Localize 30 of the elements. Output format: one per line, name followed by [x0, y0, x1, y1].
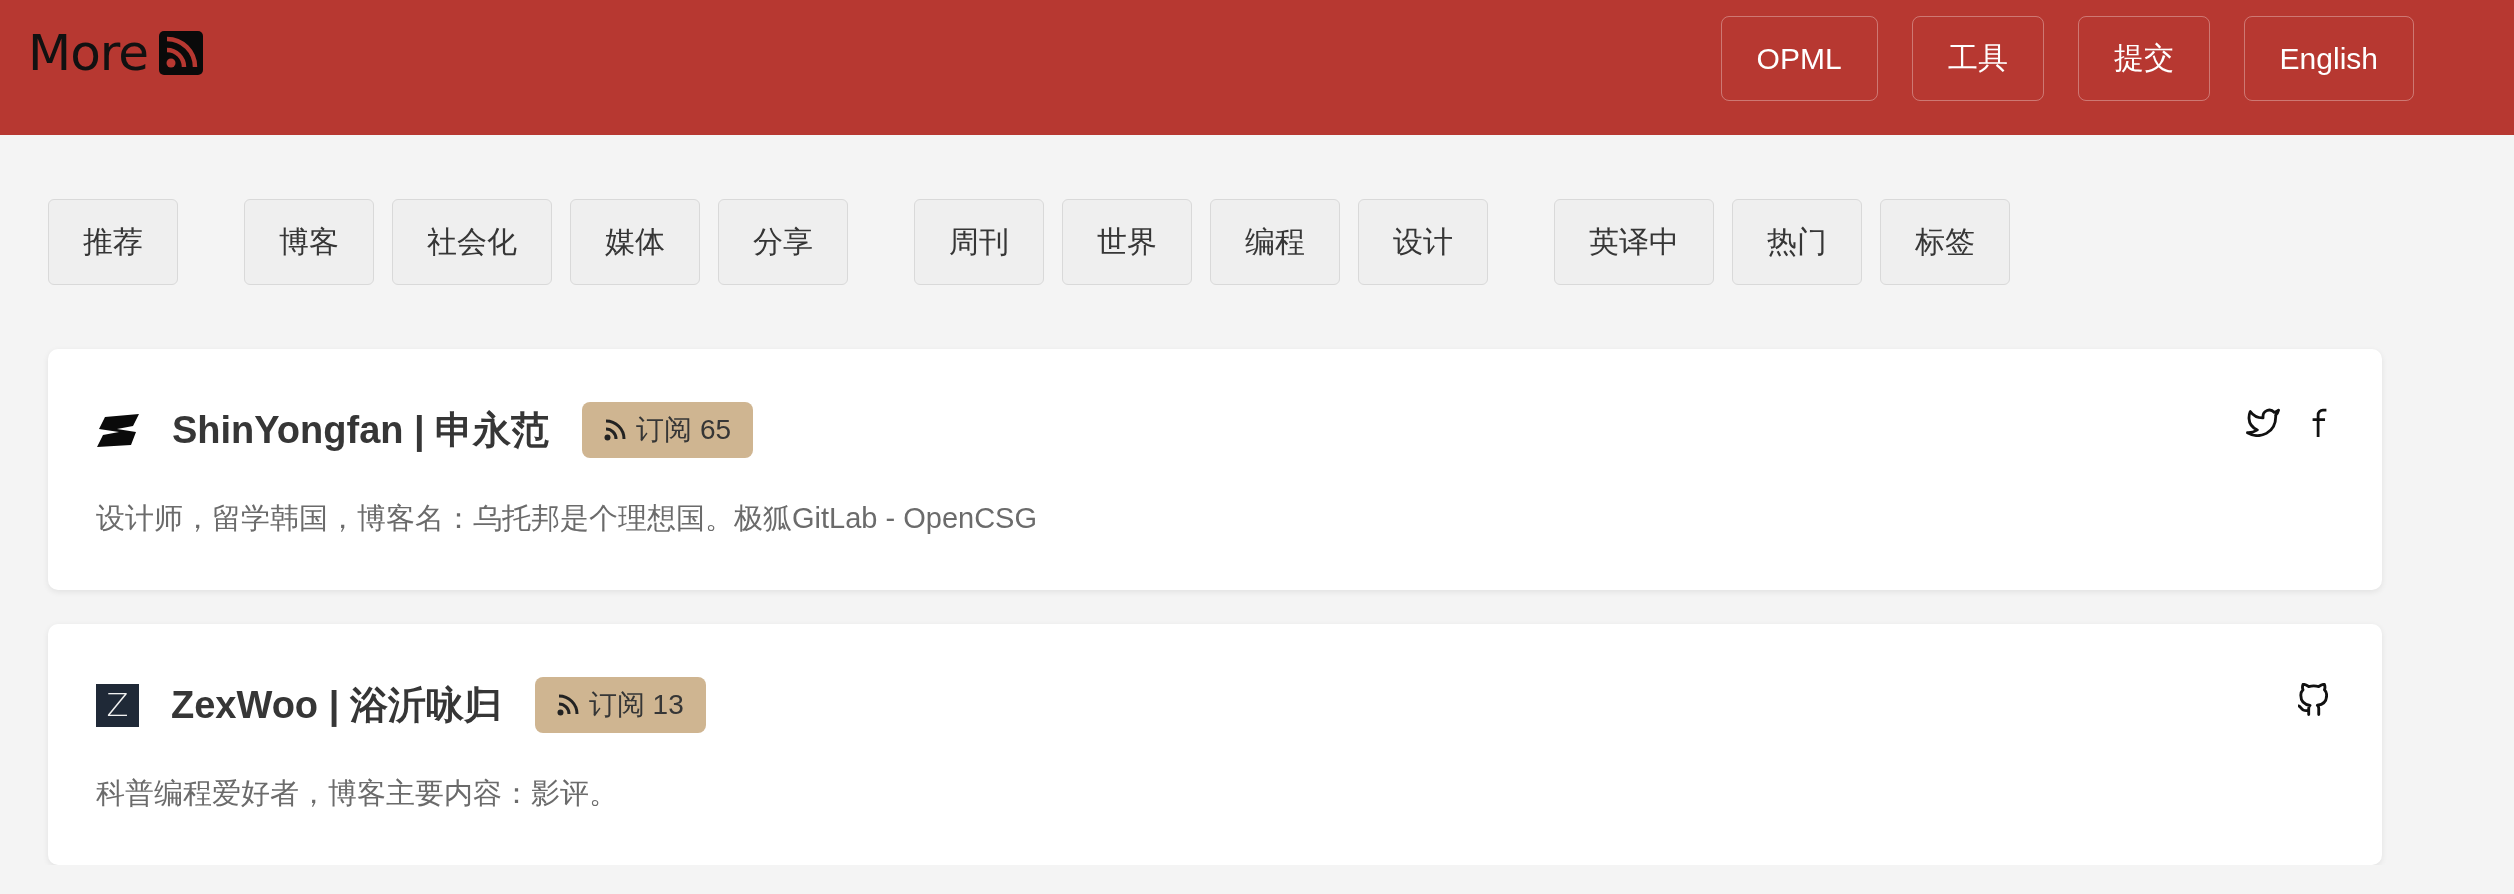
blog-description: 科普编程爱好者，博客主要内容：影评。: [96, 776, 619, 811]
subscribe-badge[interactable]: 订阅 65: [582, 402, 754, 458]
category-tab[interactable]: 世界: [1062, 199, 1192, 285]
header-button[interactable]: English: [2243, 16, 2414, 101]
blog-description: 设计师，留学韩国，博客名：乌托邦是个理想国。极狐GitLab - OpenCSG: [96, 501, 1038, 536]
subscribe-badge[interactable]: 订阅 13: [534, 677, 706, 733]
cat-icon[interactable]: [2298, 683, 2328, 716]
header-button[interactable]: 工具: [1911, 16, 2044, 101]
category-tab[interactable]: 分享: [718, 199, 848, 285]
f-letter-icon[interactable]: [2311, 408, 2328, 437]
category-tab[interactable]: 周刊: [914, 199, 1044, 285]
rss-icon: [604, 419, 627, 441]
blog-title[interactable]: ShinYongfan | 申永范: [172, 404, 550, 456]
category-tab[interactable]: 社会化: [392, 199, 552, 285]
category-tab[interactable]: 编程: [1210, 199, 1340, 285]
zigzag-logo-icon: [96, 413, 140, 447]
category-tab[interactable]: 标签: [1880, 199, 2010, 285]
category-tab[interactable]: 设计: [1358, 199, 1488, 285]
letter-avatar: Z: [96, 683, 139, 727]
header-button[interactable]: 提交: [2077, 16, 2210, 101]
category-tab[interactable]: 推荐: [48, 199, 178, 285]
category-tab[interactable]: 博客: [244, 199, 374, 285]
blog-title[interactable]: ZexWoo | 浴沂咏归: [171, 679, 502, 731]
category-tab[interactable]: 英译中: [1554, 199, 1714, 285]
header-button[interactable]: OPML: [1720, 16, 1878, 101]
category-tab[interactable]: 热门: [1732, 199, 1862, 285]
rss-icon: [158, 31, 203, 75]
rss-icon: [556, 694, 579, 716]
category-tab[interactable]: 媒体: [570, 199, 700, 285]
bird-icon[interactable]: [2246, 408, 2280, 437]
